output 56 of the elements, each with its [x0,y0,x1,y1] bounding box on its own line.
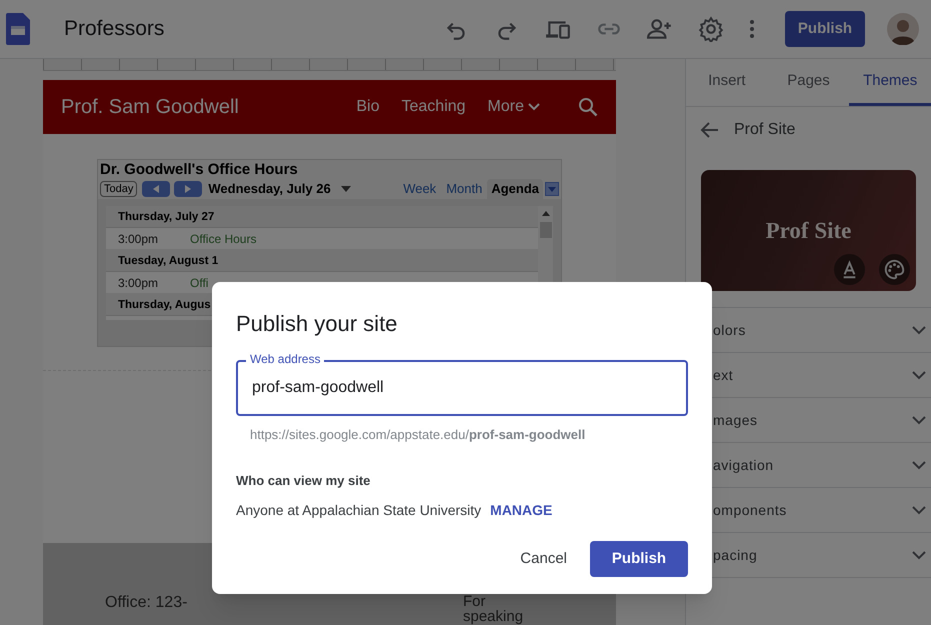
scroll-thumb[interactable] [540,222,552,238]
scroll-up-icon[interactable] [542,211,550,216]
event-time: 3:00pm [118,230,160,248]
speaking-text: For speaking [463,594,523,625]
chevron-down-icon [912,460,926,470]
panel-tab[interactable]: Themes [849,59,931,106]
panel-tab[interactable]: Insert [686,59,768,106]
calendar-date: Wednesday, July 26 [208,180,331,198]
site-title[interactable]: Prof. Sam Goodwell [61,92,356,122]
previous-button[interactable] [142,181,170,197]
chevron-down-icon [912,550,926,560]
panel-tab[interactable]: Pages [768,59,850,106]
view-tab[interactable]: Month [441,179,488,199]
chevron-down-icon [912,370,926,380]
manage-link[interactable]: MANAGE [490,500,552,521]
down-triangle-icon [548,186,556,192]
search-icon[interactable] [578,97,598,117]
chevron-down-icon [912,506,926,514]
settings-icon[interactable] [698,16,724,42]
visibility-text: Anyone at Appalachian State University [236,501,482,520]
site-url: https://sites.google.com/appstate.edu/prof-sam-goodwell [250,426,586,444]
event-title[interactable]: Office Hours [190,230,256,248]
theme-name: Prof Site [734,120,796,140]
document-title[interactable]: Professors [64,13,164,45]
theme-card[interactable]: Prof Site [701,170,916,291]
chevron-down-icon [912,416,926,424]
next-button[interactable] [174,181,202,197]
font-icon[interactable] [834,254,865,285]
view-tab[interactable]: Week [398,179,442,199]
palette-icon[interactable] [879,254,910,285]
nav-link[interactable]: Bio [356,95,380,119]
avatar-icon[interactable] [887,13,919,45]
calendar-title: Dr. Goodwell's Office Hours [100,161,299,179]
publish-button[interactable]: Publish [590,541,688,577]
chevron-down-icon [528,103,540,111]
publish-button[interactable]: Publish [785,11,865,47]
visibility-heading: Who can view my site [236,472,372,490]
more-options-icon[interactable] [749,19,755,39]
office-phone-text: Office: 123- [105,593,188,613]
event-time: 3:00pm [118,274,160,292]
today-button[interactable]: Today [100,181,138,197]
cancel-button[interactable]: Cancel [514,541,573,577]
view-menu-button[interactable] [545,182,559,196]
nav-link[interactable]: Teaching [402,95,466,119]
chevron-down-icon [912,326,926,334]
event-title[interactable]: Offi [190,274,208,292]
agenda-day: Tuesday, August 1 [106,250,538,272]
sites-logo-icon[interactable] [6,13,30,45]
agenda-day: Thursday, July 27 [106,206,538,228]
left-triangle-icon [153,185,160,193]
theme-card-title: Prof Site [766,217,852,246]
back-arrow-icon[interactable] [700,120,720,140]
right-triangle-icon [185,185,192,193]
dropdown-icon[interactable] [340,186,351,192]
nav-menu-item[interactable]: More [488,95,540,119]
view-tab[interactable]: Agenda [487,179,543,199]
